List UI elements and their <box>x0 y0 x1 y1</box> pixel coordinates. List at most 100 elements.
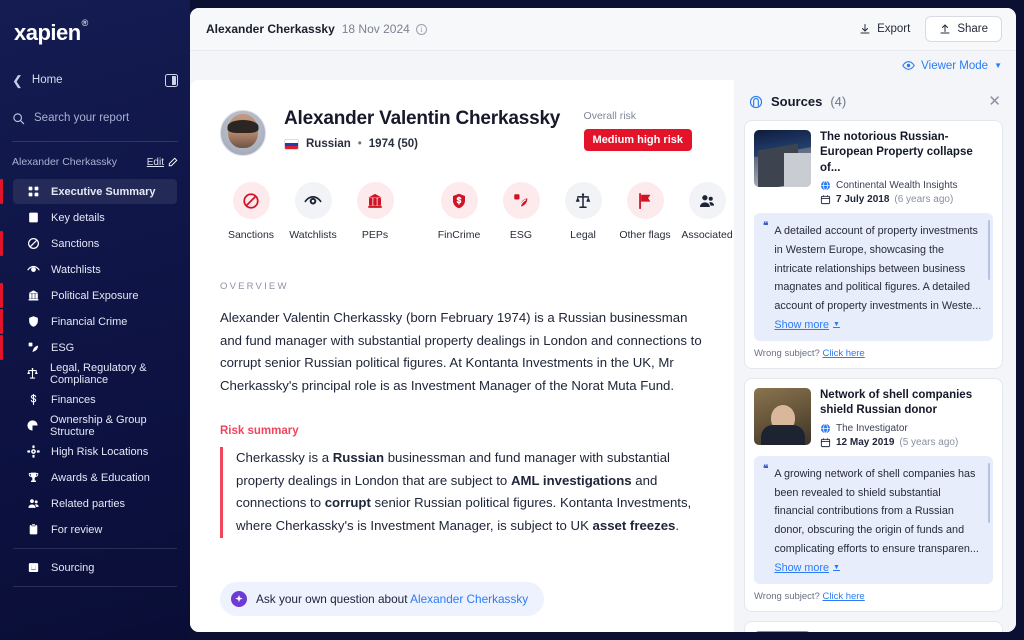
risk-chip-label: Legal <box>570 229 596 241</box>
sidebar-item-legal-regulatory-compliance[interactable]: Legal, Regulatory & Compliance <box>13 361 177 386</box>
risk-chip-watchlists[interactable]: Watchlists <box>282 182 344 241</box>
risk-summary-title: Risk summary <box>220 424 299 437</box>
trophy-icon <box>26 471 40 484</box>
source-thumbnail <box>754 130 811 187</box>
avatar <box>220 110 266 156</box>
sidebar-item-label: Legal, Regulatory & Compliance <box>50 361 147 386</box>
sidebar-item-esg[interactable]: ESG <box>0 335 177 360</box>
source-title: The notorious Russian-European Property … <box>820 131 973 174</box>
sources-icon <box>749 95 763 108</box>
quote-scrollbar[interactable] <box>987 220 990 281</box>
risk-summary-highlight: AML investigations <box>510 472 632 488</box>
panel-toggle-icon[interactable] <box>165 73 178 87</box>
sidebar-item-sanctions[interactable]: Sanctions <box>0 231 177 256</box>
show-more-label: Show more <box>774 318 829 331</box>
russia-flag-icon <box>284 138 299 150</box>
source-thumbnail <box>754 630 811 632</box>
grid-icon <box>26 185 40 198</box>
scales-icon <box>564 182 602 219</box>
sidebar-item-label: Financial Crime <box>51 315 128 328</box>
sidebar-item-label: Ownership & Group Structure <box>50 413 147 438</box>
sidebar-item-political-exposure[interactable]: Political Exposure <box>0 283 177 308</box>
sources-list: The notorious Russian-European Property … <box>744 120 1003 632</box>
body-area: Alexander Valentin Cherkassky Russian • … <box>190 80 1016 632</box>
leaf-icon <box>26 341 40 354</box>
edit-subject-button[interactable]: Edit <box>147 157 178 168</box>
subject-name: Alexander Cherkassky <box>12 156 118 168</box>
chevron-down-icon: ▼ <box>833 564 840 572</box>
overall-risk: Overall risk Medium high risk <box>583 108 692 151</box>
eye-icon <box>294 182 332 219</box>
risk-chip-sanctions[interactable]: Sanctions <box>220 182 282 241</box>
show-more-label: Show more <box>774 561 829 574</box>
source-meta: The notorious Russian-European Property … <box>820 130 993 205</box>
share-button[interactable]: Share <box>925 16 1002 42</box>
info-icon[interactable]: i <box>415 23 427 35</box>
source-publisher-row: The Investigator <box>820 423 993 434</box>
source-card[interactable]: Network of shell companies shield Russia… <box>744 377 1003 612</box>
sidebar-item-financial-crime[interactable]: Financial Crime <box>0 309 177 334</box>
wrong-subject-link[interactable]: Click here <box>822 348 864 359</box>
ban-icon <box>26 237 40 250</box>
pencil-icon <box>168 157 178 167</box>
sidebar-item-watchlists[interactable]: Watchlists <box>13 257 177 282</box>
risk-chip-label: Watchlists <box>289 229 337 241</box>
quote-mark-icon: ❝ <box>763 463 769 475</box>
page-title: Alexander Valentin Cherkassky <box>284 108 561 129</box>
ask-question-button[interactable]: Ask your own question about Alexander Ch… <box>220 582 545 616</box>
source-quote-text: A growing network of shell companies has… <box>774 467 979 555</box>
risk-chip-peps[interactable]: PEPs <box>344 182 406 241</box>
sidebar-item-high-risk-locations[interactable]: High Risk Locations <box>13 439 177 464</box>
export-button[interactable]: Export <box>850 18 919 40</box>
globe-icon <box>820 180 831 191</box>
risk-chip-associated[interactable]: Associated <box>676 182 734 241</box>
report-title: Alexander Cherkassky <box>206 22 335 36</box>
dollar-icon <box>26 393 40 406</box>
sidebar-item-awards-education[interactable]: Awards & Education <box>13 465 177 490</box>
app-logo-text: xapien <box>14 20 81 45</box>
home-back-button[interactable]: ❮ Home <box>0 63 190 97</box>
sidebar-item-related-parties[interactable]: Related parties <box>13 491 177 516</box>
risk-summary-fragment: Cherkassky is a <box>236 449 333 465</box>
app-logo[interactable]: xapien ® <box>0 14 88 46</box>
sidebar-item-label: ESG <box>51 341 75 354</box>
report-panel: Alexander Valentin Cherkassky Russian • … <box>190 80 734 632</box>
source-card[interactable]: The notorious Russian-European Property … <box>744 120 1003 369</box>
sidebar-item-for-review[interactable]: For review <box>13 517 177 542</box>
sources-header: Sources (4) ✕ <box>744 92 1003 120</box>
risk-chip-fincrime[interactable]: FinCrime <box>428 182 490 241</box>
meta-separator: • <box>357 138 362 150</box>
source-meta: Assets seized as net tightens on sanctio… <box>820 631 993 633</box>
eye-icon <box>26 263 40 276</box>
sidebar-item-ownership-group-structure[interactable]: Ownership & Group Structure <box>13 413 177 438</box>
risk-chip-other-flags[interactable]: Other flags <box>614 182 676 241</box>
wrong-subject-link[interactable]: Click here <box>822 591 864 602</box>
bank-icon <box>26 289 40 302</box>
ask-subject-link[interactable]: Alexander Cherkassky <box>410 592 528 606</box>
clipboard-icon <box>26 523 40 536</box>
sidebar-item-finances[interactable]: Finances <box>13 387 177 412</box>
show-more-button[interactable]: Show more ▼ <box>774 319 840 331</box>
search-input[interactable]: Search your report <box>0 102 190 134</box>
subject-row: Alexander Cherkassky Edit <box>0 147 190 177</box>
search-placeholder: Search your report <box>34 112 130 124</box>
source-card[interactable]: Assets seized as net tightens on sanctio… <box>744 620 1003 633</box>
source-meta: Network of shell companies shield Russia… <box>820 388 993 448</box>
risk-summary-text: Cherkassky is a Russian businessman and … <box>220 446 704 538</box>
source-date: 7 July 2018 <box>836 194 890 206</box>
risk-chip-legal[interactable]: Legal <box>552 182 614 241</box>
share-label: Share <box>957 23 988 35</box>
risk-chip-esg[interactable]: ESG <box>490 182 552 241</box>
sidebar-divider-mid <box>13 548 177 549</box>
close-icon[interactable]: ✕ <box>988 94 1001 109</box>
sidebar-item-sourcing[interactable]: Sourcing <box>13 555 177 580</box>
search-icon <box>12 112 25 125</box>
sidebar-item-label: Awards & Education <box>51 471 150 484</box>
nationality: Russian <box>306 138 351 150</box>
quote-scrollbar[interactable] <box>987 462 990 523</box>
show-more-button[interactable]: Show more ▼ <box>774 562 840 574</box>
sidebar-item-executive-summary[interactable]: Executive Summary <box>0 179 177 204</box>
sidebar-item-key-details[interactable]: Key details <box>13 205 177 230</box>
ask-question-label: Ask your own question about Alexander Ch… <box>256 592 528 606</box>
viewer-mode-dropdown[interactable]: Viewer Mode ▼ <box>902 59 1002 72</box>
